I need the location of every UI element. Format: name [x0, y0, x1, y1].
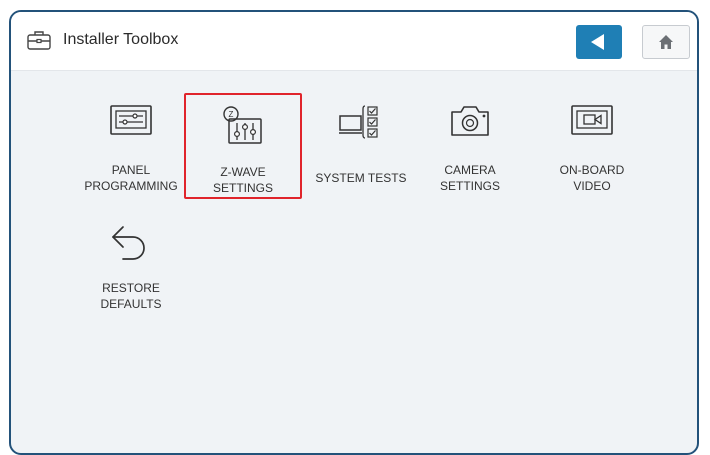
tile-label: ON-BOARD VIDEO	[559, 163, 625, 193]
restore-icon	[112, 226, 145, 260]
on-board-video-tile[interactable]: ON-BOARD VIDEO	[533, 104, 651, 210]
svg-text:Z: Z	[229, 110, 234, 119]
z-wave-settings-tile[interactable]: Z Z-WAVE SETTINGS	[184, 93, 302, 199]
video-icon	[571, 105, 613, 135]
toolbox-icon	[27, 30, 51, 50]
back-button[interactable]	[576, 25, 622, 59]
home-button[interactable]	[642, 25, 690, 59]
tile-label: PANEL PROGRAMMING	[84, 163, 178, 193]
panel-programming-tile[interactable]: PANEL PROGRAMMING	[72, 104, 190, 210]
restore-defaults-tile[interactable]: RESTORE DEFAULTS	[72, 222, 190, 328]
tile-label: RESTORE DEFAULTS	[100, 281, 162, 311]
header-bar: Installer Toolbox	[11, 12, 697, 71]
system-tests-tile[interactable]: SYSTEM TESTS	[302, 104, 420, 210]
home-icon	[659, 35, 673, 49]
z-wave-settings-icon: Z	[223, 106, 262, 144]
tile-label: Z-WAVE SETTINGS	[212, 165, 273, 195]
tile-label: SYSTEM TESTS	[315, 171, 407, 185]
camera-icon	[451, 106, 489, 136]
panel-programming-icon	[110, 105, 152, 135]
tile-label: CAMERA SETTINGS	[439, 163, 500, 193]
camera-settings-tile[interactable]: CAMERA SETTINGS	[411, 104, 529, 210]
back-arrow-icon	[591, 34, 604, 50]
system-tests-icon	[339, 105, 378, 139]
app-frame: Installer Toolbox PANEL PROGRAMMING Z Z-…	[9, 10, 699, 455]
page-title: Installer Toolbox	[63, 31, 179, 48]
